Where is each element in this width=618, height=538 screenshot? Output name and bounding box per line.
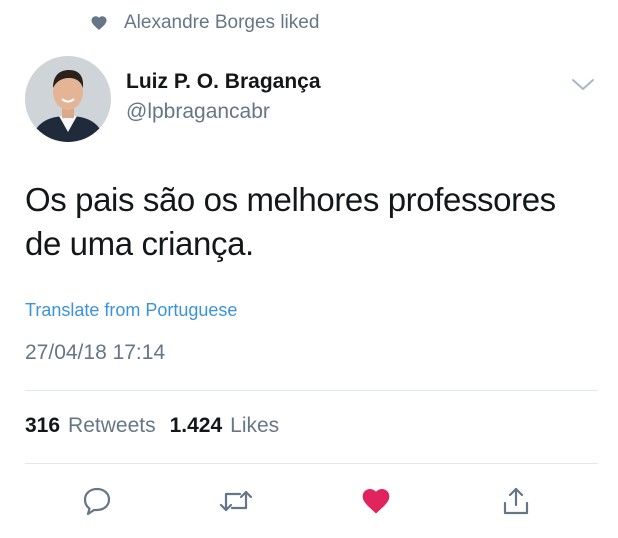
author-handle[interactable]: @lpbragancabr <box>126 98 321 126</box>
like-button[interactable] <box>358 483 394 519</box>
likes-count: 1.424 <box>169 414 223 437</box>
avatar[interactable] <box>25 56 111 142</box>
retweets-label: Retweets <box>68 414 156 437</box>
speech-bubble-icon <box>83 487 111 516</box>
likes-label: Likes <box>230 414 280 437</box>
tweet-text-line: Os pais são os melhores professores <box>25 181 556 218</box>
author-display-name[interactable]: Luiz P. O. Bragança <box>126 68 321 96</box>
tweet-timestamp[interactable]: 27/04/18 17:14 <box>25 341 165 365</box>
reply-button[interactable] <box>79 483 115 519</box>
heart-icon <box>91 16 107 31</box>
tweet-text: Os pais são os melhores professores de u… <box>25 178 595 266</box>
retweets-stat[interactable]: 316 Retweets <box>25 414 156 438</box>
social-context-text: Alexandre Borges liked <box>124 12 320 33</box>
tweet-stats: 316 Retweets 1.424 Likes <box>25 414 293 438</box>
tweet-text-line: de uma criança. <box>25 225 254 262</box>
retweet-arrows-icon <box>219 490 253 512</box>
heart-icon <box>362 489 390 514</box>
divider <box>25 463 598 464</box>
social-context: Alexandre Borges liked <box>90 10 319 36</box>
likes-stat[interactable]: 1.424 Likes <box>170 414 280 438</box>
more-options-button[interactable] <box>570 76 596 94</box>
retweets-count: 316 <box>25 414 61 437</box>
tweet-actions <box>0 483 618 519</box>
translate-link[interactable]: Translate from Portuguese <box>25 300 237 321</box>
retweet-button[interactable] <box>218 483 254 519</box>
avatar-photo <box>25 56 111 142</box>
share-button[interactable] <box>498 483 534 519</box>
chevron-down-icon <box>572 79 594 90</box>
author-block[interactable]: Luiz P. O. Bragança @lpbragancabr <box>126 68 321 126</box>
share-upload-icon <box>503 487 529 515</box>
divider <box>25 390 598 391</box>
